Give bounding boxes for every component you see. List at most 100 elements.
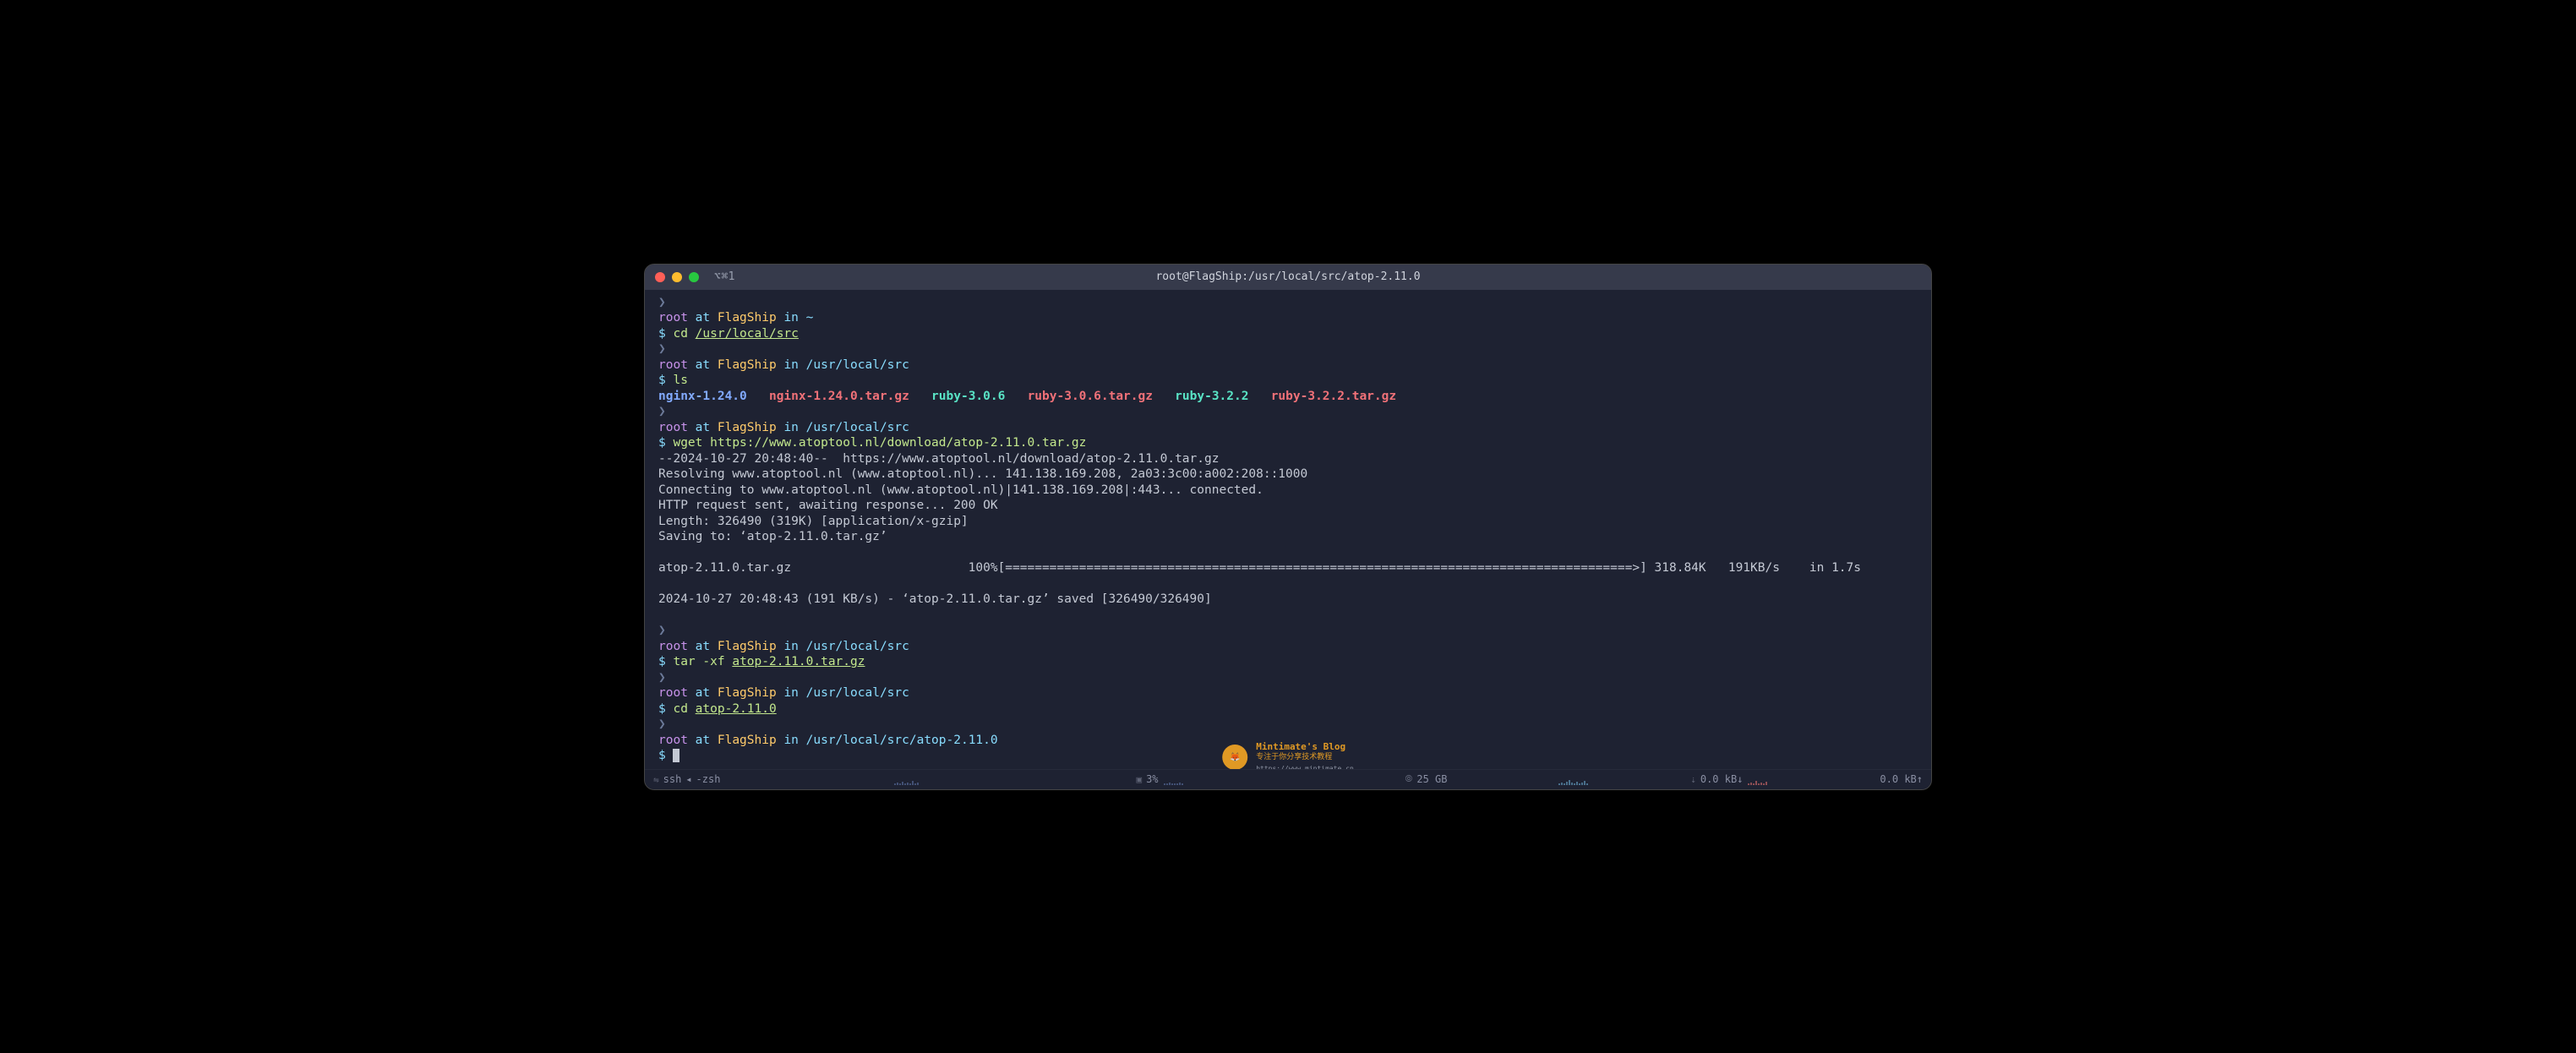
prompt-path: /usr/local/src (806, 421, 909, 434)
ssh-label: ssh (663, 773, 682, 785)
output-line: Saving to: ‘atop-2.11.0.tar.gz’ (658, 530, 887, 543)
prompt-user: root (658, 421, 688, 434)
command: ls (673, 374, 687, 387)
prompt-at: at (696, 686, 710, 700)
ssh-icon: ⇋ (653, 774, 659, 785)
prompt-path: /usr/local/src (806, 358, 909, 372)
ls-item: ruby-3.2.2 (1175, 390, 1248, 403)
prompt-symbol: $ (658, 702, 666, 716)
terminal-body[interactable]: ❯ root at FlagShip in ~ $ cd /usr/local/… (645, 290, 1931, 769)
command-arg: /usr/local/src (696, 327, 799, 341)
progress-pct: 100% (969, 561, 998, 575)
prompt-arrow: ❯ (658, 342, 666, 356)
titlebar: ⌥⌘1 root@FlagShip:/usr/local/src/atop-2.… (645, 265, 1931, 290)
net-down-sparkline (1558, 773, 1685, 785)
disk-icon: ⦾ (1405, 773, 1413, 785)
disk-sparkline (1164, 773, 1400, 785)
prompt-at: at (696, 421, 710, 434)
prompt-symbol: $ (658, 374, 666, 387)
status-net-up: 0.0 kB↑ (1880, 773, 1923, 785)
minimize-button[interactable] (672, 272, 682, 282)
ls-item: ruby-3.2.2.tar.gz (1271, 390, 1396, 403)
prompt-host: FlagShip (718, 686, 777, 700)
prompt-user: root (658, 358, 688, 372)
progress-size: 318.84K (1655, 561, 1706, 575)
prompt-path: ~ (806, 311, 814, 325)
output-line: Connecting to www.atoptool.nl (www.atopt… (658, 483, 1263, 497)
prompt-arrow: ❯ (658, 717, 666, 731)
command: wget (673, 436, 702, 450)
prompt-at: at (696, 734, 710, 747)
prompt-in: in (783, 734, 798, 747)
prompt-arrow: ❯ (658, 405, 666, 418)
prompt-in: in (783, 311, 798, 325)
window-title: root@FlagShip:/usr/local/src/atop-2.11.0 (1155, 270, 1420, 283)
window-controls (655, 272, 699, 282)
ls-item: nginx-1.24.0 (658, 390, 747, 403)
ls-item: nginx-1.24.0.tar.gz (769, 390, 909, 403)
output-line: Resolving www.atoptool.nl (www.atoptool.… (658, 467, 1307, 481)
close-button[interactable] (655, 272, 665, 282)
command: cd (673, 702, 687, 716)
status-disk: ⦾ 25 GB (1405, 773, 1448, 785)
maximize-button[interactable] (689, 272, 699, 282)
prompt-at: at (696, 640, 710, 653)
disk-value: 25 GB (1416, 773, 1447, 785)
net-up-sparkline (1748, 773, 1875, 785)
download-icon: ⇣ (1690, 774, 1696, 785)
prompt-in: in (783, 640, 798, 653)
output-line: HTTP request sent, awaiting response... … (658, 499, 998, 512)
status-ssh[interactable]: ⇋ ssh ◂ -zsh (653, 773, 720, 785)
prompt-arrow: ❯ (658, 624, 666, 637)
shell-label: -zsh (696, 773, 721, 785)
prompt-host: FlagShip (718, 640, 777, 653)
prompt-path: /usr/local/src/atop-2.11.0 (806, 734, 998, 747)
output-line: 2024-10-27 20:48:43 (191 KB/s) - ‘atop-2… (658, 592, 1212, 606)
prompt-symbol: $ (658, 655, 666, 668)
command-flag: -xf (702, 655, 724, 668)
prompt-host: FlagShip (718, 311, 777, 325)
progress-speed: 191KB/s (1728, 561, 1780, 575)
prompt-user: root (658, 640, 688, 653)
prompt-path: /usr/local/src (806, 686, 909, 700)
prompt-arrow: ❯ (658, 671, 666, 685)
prompt-at: at (696, 358, 710, 372)
command-arg: atop-2.11.0.tar.gz (732, 655, 865, 668)
output-line: --2024-10-27 20:48:40-- https://www.atop… (658, 452, 1219, 466)
prompt-user: root (658, 311, 688, 325)
output-line: Length: 326490 (319K) [application/x-gzi… (658, 515, 969, 528)
prompt-symbol: $ (658, 436, 666, 450)
prompt-symbol: $ (658, 749, 666, 762)
status-cpu: ▣ 3% (1136, 773, 1158, 785)
prompt-in: in (783, 421, 798, 434)
cursor (673, 749, 679, 762)
prompt-user: root (658, 686, 688, 700)
prompt-host: FlagShip (718, 734, 777, 747)
triangle-left-icon: ◂ (685, 773, 691, 785)
prompt-in: in (783, 358, 798, 372)
command-arg: https://www.atoptool.nl/download/atop-2.… (710, 436, 1086, 450)
net-up-value: 0.0 kB↑ (1880, 773, 1923, 785)
prompt-user: root (658, 734, 688, 747)
command: cd (673, 327, 687, 341)
command-arg: atop-2.11.0 (696, 702, 777, 716)
cpu-icon: ▣ (1136, 774, 1142, 785)
net-down-value: 0.0 kB↓ (1700, 773, 1744, 785)
ls-item: ruby-3.0.6.tar.gz (1028, 390, 1153, 403)
prompt-host: FlagShip (718, 421, 777, 434)
progress-eta: in 1.7s (1809, 561, 1861, 575)
progress-filename: atop-2.11.0.tar.gz (658, 561, 791, 575)
terminal-window: ⌥⌘1 root@FlagShip:/usr/local/src/atop-2.… (644, 264, 1932, 790)
tab-indicator: ⌥⌘1 (714, 270, 735, 283)
status-net-down: ⇣ 0.0 kB↓ (1690, 773, 1743, 785)
prompt-host: FlagShip (718, 358, 777, 372)
command: tar (673, 655, 695, 668)
cpu-value: 3% (1146, 773, 1158, 785)
progress-bar: [=======================================… (998, 561, 1647, 575)
ls-item: ruby-3.0.6 (931, 390, 1005, 403)
cpu-sparkline (894, 773, 1131, 785)
statusbar: ⇋ ssh ◂ -zsh ▣ 3% ⦾ 25 GB ⇣ 0.0 kB↓ (645, 769, 1931, 789)
prompt-in: in (783, 686, 798, 700)
prompt-arrow: ❯ (658, 296, 666, 309)
prompt-path: /usr/local/src (806, 640, 909, 653)
